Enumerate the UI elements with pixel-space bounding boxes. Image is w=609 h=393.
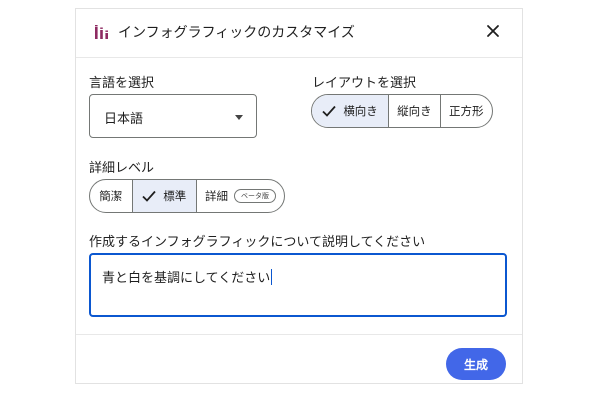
dialog-header: インフォグラフィックのカスタマイズ [76, 9, 522, 57]
customize-infographic-dialog: インフォグラフィックのカスタマイズ 言語を選択 日本語 レイアウトを選択 横向き… [75, 8, 523, 384]
layout-label: レイアウトを選択 [312, 76, 417, 91]
layout-option-square[interactable]: 正方形 [439, 95, 492, 127]
language-select[interactable]: 日本語 [89, 94, 257, 138]
layout-segmented-control: 横向き 縦向き 正方形 [311, 94, 493, 128]
bar-chart-icon [95, 25, 108, 39]
detail-option-label: 詳細 [204, 189, 228, 203]
generate-button[interactable]: 生成 [446, 348, 506, 380]
detail-option-concise[interactable]: 簡潔 [90, 180, 132, 212]
close-icon[interactable] [484, 22, 502, 40]
layout-option-label: 横向き [343, 104, 378, 118]
detail-option-label: 簡潔 [99, 189, 123, 203]
language-value: 日本語 [104, 112, 144, 127]
language-label: 言語を選択 [89, 76, 155, 91]
dialog-title: インフォグラフィックのカスタマイズ [118, 25, 355, 41]
layout-option-label: 縦向き [397, 104, 432, 118]
description-textarea[interactable]: 青と白を基調にしてください [89, 253, 507, 317]
footer-divider [76, 334, 522, 335]
layout-option-landscape[interactable]: 横向き [312, 95, 389, 127]
layout-option-portrait[interactable]: 縦向き [388, 95, 439, 127]
layout-option-label: 正方形 [449, 104, 484, 118]
detail-label: 詳細レベル [89, 161, 155, 176]
description-label: 作成するインフォグラフィックについて説明してください [89, 235, 426, 250]
dropdown-arrow-icon [235, 115, 243, 120]
detail-option-detailed[interactable]: 詳細 ベータ版 [195, 180, 284, 212]
detail-option-label: 標準 [163, 189, 187, 203]
text-cursor [271, 269, 273, 285]
detail-option-standard[interactable]: 標準 [131, 180, 196, 212]
description-text: 青と白を基調にしてください [102, 267, 273, 286]
description-value: 青と白を基調にしてください [102, 271, 271, 286]
detail-segmented-control: 簡潔 標準 詳細 ベータ版 [89, 179, 285, 213]
header-divider [76, 57, 522, 58]
check-icon [322, 105, 336, 117]
check-icon [142, 190, 156, 202]
beta-badge: ベータ版 [233, 189, 276, 203]
